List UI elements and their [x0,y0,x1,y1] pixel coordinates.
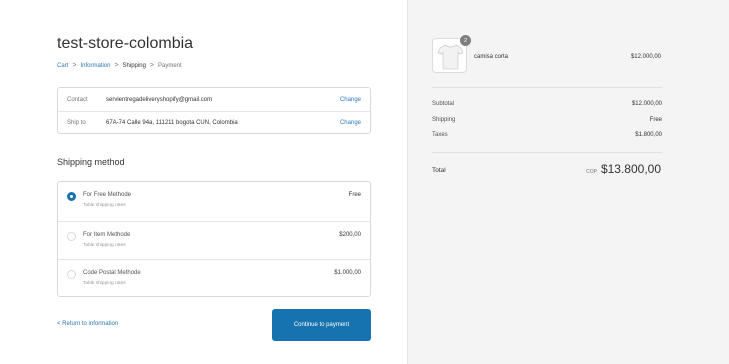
ship-to-value: 67A-74 Calle 94a, 111211 bogota CUN, Col… [106,120,238,126]
breadcrumb-separator: > [114,62,119,69]
currency-code: COP [586,169,597,175]
total-label: Total [432,167,446,174]
shipping-option-name: For Item Methode [83,231,131,238]
shipping-option-name: Code Postal Methode [83,270,141,277]
shipping-method-title: Shipping method [57,157,125,167]
breadcrumb-separator: > [149,62,154,69]
subtotal-row: Subtotal $12.000,00 [432,101,662,107]
breadcrumb-shipping: Shipping [122,62,146,69]
quantity-badge: 2 [460,35,471,46]
shipping-option-subtitle: Table shipping rates [83,203,126,208]
contact-row: Contact servientregadeliveryshopify@gmai… [58,88,370,111]
shipping-method-options: For Free Methode Table shipping rates Fr… [57,181,371,297]
shipping-label: Shipping [432,117,456,123]
shipping-option-name: For Free Methode [83,192,132,198]
shipping-option-subtitle: Table shipping rates [83,242,126,248]
radio-unselected-icon[interactable] [67,231,76,241]
ship-to-row: Ship to 67A-74 Calle 94a, 111211 bogota … [58,111,370,134]
shipping-option-subtitle: Table shipping rates [83,281,126,287]
contact-value: servientregadeliveryshopify@gmail.com [106,96,213,103]
change-contact-link[interactable]: Change [340,97,370,103]
tshirt-icon [437,44,464,70]
shipping-value: Free [649,117,662,123]
taxes-value: $1.800,00 [635,132,662,138]
product-price: $12.000,00 [630,54,661,60]
store-title[interactable]: test-store-colombia [57,35,193,53]
change-ship-to-link[interactable]: Change [340,120,370,126]
order-summary-panel: 2 camisa corta $12.000,00 Subtotal $12.0… [407,0,729,364]
subtotal-label: Subtotal [432,101,455,107]
breadcrumb-separator: > [72,62,77,69]
breadcrumb-cart[interactable]: Cart [57,63,68,69]
shipping-row: Shipping Free [432,117,662,123]
breadcrumb: Cart > Information > Shipping > Payment [57,62,182,69]
divider [432,152,662,153]
radio-selected-icon[interactable] [67,192,76,201]
checkout-main-panel: test-store-colombia Cart > Information >… [0,0,407,364]
total-value-group: COP $13.800,00 [586,162,661,176]
review-box: Contact servientregadeliveryshopify@gmai… [57,87,371,134]
contact-label: Contact [67,96,88,103]
shipping-option-price: $1.000,00 [334,270,361,277]
shipping-option-code-postal[interactable]: Code Postal Methode Table shipping rates… [58,259,370,298]
subtotal-value: $12.000,00 [631,101,662,107]
breadcrumb-information[interactable]: Information [80,63,110,69]
shipping-option-price: $200,00 [339,231,361,238]
taxes-row: Taxes $1.800,00 [432,132,662,138]
ship-to-label: Ship to [67,120,86,126]
shipping-option-item[interactable]: For Item Methode Table shipping rates $2… [58,220,370,260]
breadcrumb-payment: Payment [158,62,182,69]
shipping-option-price: Free [348,192,361,198]
radio-unselected-icon[interactable] [67,270,76,280]
product-name: camisa corta [474,54,509,60]
continue-to-payment-button[interactable]: Continue to payment [272,309,371,341]
total-amount: $13.800,00 [600,162,661,176]
taxes-label: Taxes [432,132,448,138]
return-to-information-link[interactable]: < Return to information [57,321,118,327]
divider [432,87,662,88]
shipping-option-free[interactable]: For Free Methode Table shipping rates Fr… [58,182,370,221]
